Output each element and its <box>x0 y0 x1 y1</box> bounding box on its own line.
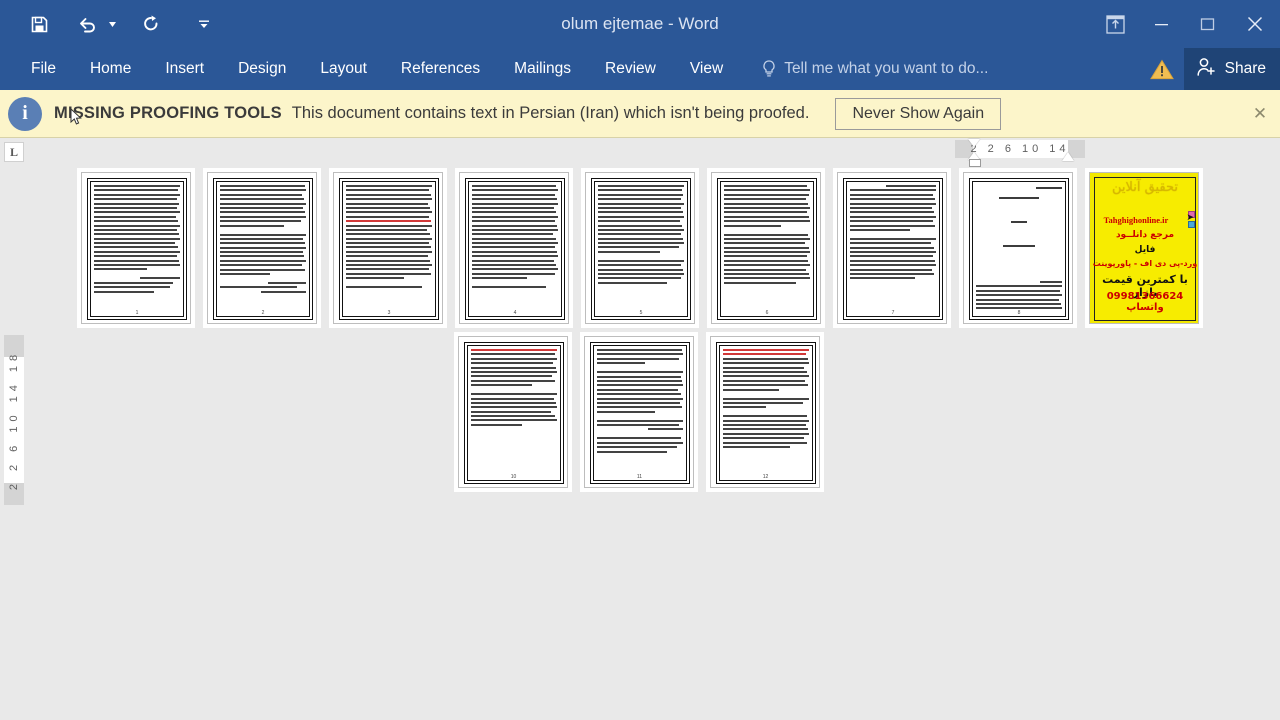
page-number: 3 <box>387 310 391 316</box>
page-row-1: 1 2 3 4 5 6 7 8 تحقیق آنلاین Tahghighonl… <box>0 172 1280 324</box>
page-number: 1 <box>135 310 139 316</box>
ribbon-right-group: Share <box>1140 48 1280 90</box>
page-number: 5 <box>639 310 643 316</box>
ad-headline: تحقیق آنلاین <box>1112 180 1178 195</box>
page-number: 8 <box>1017 310 1021 316</box>
page-number: 6 <box>765 310 769 316</box>
customize-qat-button[interactable] <box>196 8 212 40</box>
page-thumbnail-9-advertisement[interactable]: تحقیق آنلاین Tahghighonline.ir ➤ مرجع دا… <box>1089 172 1199 324</box>
tab-home[interactable]: Home <box>73 48 148 90</box>
page-row-2: 10 11 12 <box>0 336 1280 488</box>
ad-site-url: Tahghighonline.ir <box>1103 215 1169 225</box>
page-text-body <box>472 185 558 307</box>
tab-references[interactable]: References <box>384 48 497 90</box>
undo-dropdown[interactable] <box>104 8 120 40</box>
restore-button[interactable] <box>1184 0 1230 48</box>
tell-me-placeholder: Tell me what you want to do... <box>784 60 989 77</box>
save-button[interactable] <box>22 8 56 40</box>
page-number: 4 <box>513 310 517 316</box>
page-thumbnail-grid: 1 2 3 4 5 6 7 8 تحقیق آنلاین Tahghighonl… <box>0 172 1280 692</box>
info-circle-icon: i <box>8 96 42 131</box>
page-thumbnail-3[interactable]: 3 <box>333 172 443 324</box>
page-thumbnail-7[interactable]: 7 <box>837 172 947 324</box>
word-window: olum ejtemae - Word File Home Insert Des… <box>0 0 1280 720</box>
ribbon-tab-bar: File Home Insert Design Layout Reference… <box>0 48 1280 90</box>
notification-close-icon[interactable]: ✕ <box>1246 100 1274 128</box>
ad-icon-blue <box>1188 221 1195 228</box>
ribbon-display-options-button[interactable] <box>1092 0 1138 48</box>
page-text-body <box>94 185 180 307</box>
title-bar: olum ejtemae - Word <box>0 0 1280 48</box>
lightbulb-icon <box>762 60 776 78</box>
missing-proofing-tools-bar: i MISSING PROOFING TOOLS This document c… <box>0 90 1280 138</box>
page-text-body <box>850 185 936 307</box>
page-number: 2 <box>261 310 265 316</box>
ad-line-5: 09981366624 واتساپ <box>1106 291 1184 313</box>
page-text-body <box>596 349 683 471</box>
page-number: 7 <box>891 310 895 316</box>
page-thumbnail-4[interactable]: 4 <box>459 172 569 324</box>
page-thumbnail-6[interactable]: 6 <box>711 172 821 324</box>
window-controls <box>1092 0 1280 48</box>
tab-layout[interactable]: Layout <box>303 48 384 90</box>
warning-triangle-icon[interactable] <box>1140 48 1184 90</box>
tab-stop-selector[interactable]: L <box>4 142 24 162</box>
redo-button[interactable] <box>134 8 168 40</box>
page-number: 12 <box>762 474 769 480</box>
first-line-indent-marker[interactable] <box>968 139 980 147</box>
page-text-body <box>722 349 809 471</box>
tab-review[interactable]: Review <box>588 48 673 90</box>
undo-button[interactable] <box>70 8 104 40</box>
minimize-button[interactable] <box>1138 0 1184 48</box>
page-text-body <box>470 349 557 471</box>
page-text-body <box>220 185 306 307</box>
notification-title: MISSING PROOFING TOOLS <box>54 104 282 122</box>
ad-line-1: مرجع دانلــود <box>1115 230 1175 240</box>
left-indent-marker[interactable] <box>969 159 981 167</box>
ad-arrow-icon: ➤ <box>1186 212 1194 222</box>
page-thumbnail-11[interactable]: 11 <box>583 336 694 488</box>
tell-me-box[interactable]: Tell me what you want to do... <box>762 60 988 78</box>
page-text-body <box>346 185 432 307</box>
person-add-icon <box>1196 57 1217 82</box>
page-thumbnail-10[interactable]: 10 <box>457 336 568 488</box>
right-indent-marker[interactable] <box>1062 152 1074 161</box>
page-thumbnail-5[interactable]: 5 <box>585 172 695 324</box>
ribbon-display-icon <box>1092 4 1138 44</box>
tab-file[interactable]: File <box>14 48 73 90</box>
page-thumbnail-2[interactable]: 2 <box>207 172 317 324</box>
close-button[interactable] <box>1230 0 1280 48</box>
tab-mailings[interactable]: Mailings <box>497 48 588 90</box>
tab-design[interactable]: Design <box>221 48 303 90</box>
notification-message: This document contains text in Persian (… <box>291 104 810 122</box>
share-label: Share <box>1224 60 1266 77</box>
page-thumbnail-12[interactable]: 12 <box>709 336 820 488</box>
never-show-again-button[interactable]: Never Show Again <box>835 97 1002 130</box>
tab-view[interactable]: View <box>673 48 740 90</box>
quick-access-toolbar <box>0 0 212 48</box>
ad-line-2: فایل <box>1134 245 1156 255</box>
tab-insert[interactable]: Insert <box>148 48 221 90</box>
share-button[interactable]: Share <box>1183 48 1280 90</box>
page-text-body <box>976 187 1062 309</box>
page-thumbnail-1[interactable]: 1 <box>81 172 191 324</box>
page-number: 11 <box>636 474 643 480</box>
page-thumbnail-8-title-page[interactable]: 8 <box>963 172 1073 324</box>
ad-line-3: ورد-پی دی اف - پاورپوینت <box>1092 259 1198 268</box>
page-number: 10 <box>510 474 517 480</box>
page-text-body <box>598 185 684 307</box>
page-text-body <box>724 185 810 307</box>
